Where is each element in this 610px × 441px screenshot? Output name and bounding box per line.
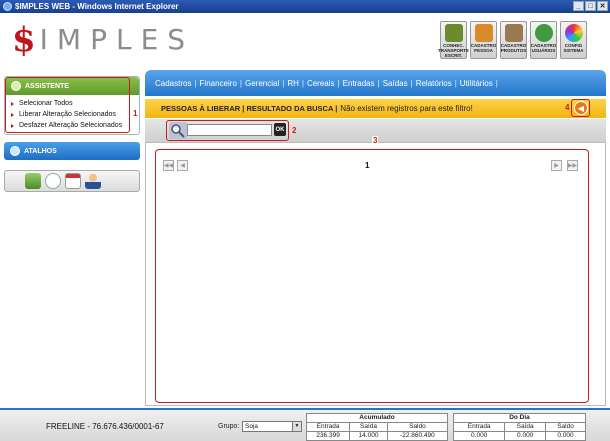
grupo-label: Grupo: bbox=[218, 423, 240, 430]
table-header: Entrada bbox=[305, 422, 351, 432]
toolbar-label: CADASTRO USUÁRIOS bbox=[530, 43, 557, 53]
highlight-box-3 bbox=[155, 149, 589, 403]
arrow-icon bbox=[11, 112, 14, 117]
first-page-button[interactable]: ◀◀ bbox=[163, 160, 174, 171]
desfazer-selecionados-item[interactable]: Desfazer Alteração Selecionados bbox=[5, 120, 139, 131]
company-info: FREELINE - 76.676.436/0001-67 bbox=[46, 422, 164, 431]
footer: FREELINE - 76.676.436/0001-67 Grupo: Soj… bbox=[0, 408, 610, 441]
nav-relatorios[interactable]: Relatórios bbox=[416, 79, 452, 88]
top-toolbar: CONHEC. TRANSPORTE ESCRIT. CADASTRO PESS… bbox=[438, 21, 587, 59]
table-cell: 14.000 bbox=[349, 431, 388, 441]
annotation-number-2: 2 bbox=[292, 126, 297, 135]
assist-item-label: Desfazer Alteração Selecionados bbox=[19, 122, 123, 129]
nav-cereais[interactable]: Cereais bbox=[307, 79, 335, 88]
toolbar-label: CONHEC. TRANSPORTE ESCRIT. bbox=[438, 43, 470, 58]
maximize-icon[interactable]: □ bbox=[585, 1, 596, 11]
people-icon bbox=[474, 24, 493, 42]
select-all-item[interactable]: Selecionar Todos bbox=[5, 98, 139, 109]
table-cell: 0.000 bbox=[545, 431, 586, 441]
acumulado-table: Acumulado Entrada Saída Saldo 236.399 14… bbox=[305, 413, 449, 441]
highlight-box-2 bbox=[166, 120, 289, 141]
do-dia-table: Do Dia Entrada Saída Saldo 0.000 0.000 0… bbox=[452, 413, 586, 441]
assistente-list: Selecionar Todos Liberar Alteração Selec… bbox=[5, 95, 139, 134]
assistente-panel: ASSISTENTE Selecionar Todos Liberar Alte… bbox=[4, 76, 140, 135]
truck-icon bbox=[444, 24, 463, 42]
do-dia-title: Do Dia bbox=[453, 413, 586, 423]
filter-bar: PESSOAS À LIBERAR | RESULTADO DA BUSCA |… bbox=[145, 99, 606, 118]
acumulado-title: Acumulado bbox=[306, 413, 448, 423]
table-header: Saldo bbox=[545, 422, 586, 432]
annotation-number-4: 4 bbox=[565, 103, 570, 112]
toolbar-label: CADASTRO PRODUTOS bbox=[500, 43, 527, 53]
table-cell: 0.000 bbox=[504, 431, 546, 441]
nav-entradas[interactable]: Entradas bbox=[343, 79, 375, 88]
nav-saidas[interactable]: Saídas bbox=[383, 79, 408, 88]
user-icon[interactable] bbox=[85, 173, 101, 189]
window-title: $IMPLES WEB - Windows Internet Explorer bbox=[15, 2, 179, 11]
close-icon[interactable]: ✕ bbox=[597, 1, 608, 11]
assist-item-label: Liberar Alteração Selecionados bbox=[19, 111, 116, 118]
results-panel: 3 ◀◀ ◀ 1 ▶ ▶▶ bbox=[145, 136, 606, 406]
prev-page-button[interactable]: ◀ bbox=[177, 160, 188, 171]
table-cell: 0.000 bbox=[452, 431, 506, 441]
boxes-icon bbox=[504, 24, 523, 42]
nav-gerencial[interactable]: Gerencial bbox=[245, 79, 279, 88]
assist-item-label: Selecionar Todos bbox=[19, 100, 73, 107]
page-number: 1 bbox=[365, 161, 370, 170]
sidebar: ASSISTENTE Selecionar Todos Liberar Alte… bbox=[4, 76, 140, 192]
annotation-number-3: 3 bbox=[372, 136, 379, 145]
chevron-down-icon: ▼ bbox=[292, 422, 301, 431]
window-titlebar: $IMPLES WEB - Windows Internet Explorer … bbox=[0, 0, 610, 13]
chat-icon[interactable] bbox=[45, 173, 61, 189]
cadastro-usuarios-button[interactable]: CADASTRO USUÁRIOS bbox=[530, 21, 557, 59]
nav-utilitarios[interactable]: Utilitários bbox=[460, 79, 493, 88]
table-header: Saída bbox=[504, 422, 546, 432]
arrow-icon bbox=[11, 101, 14, 106]
logo-word: IMPLES bbox=[39, 23, 195, 56]
nav-cadastros[interactable]: Cadastros bbox=[155, 79, 191, 88]
table-header: Entrada bbox=[452, 422, 506, 432]
quick-icons-bar bbox=[4, 170, 140, 192]
palette-icon bbox=[564, 24, 583, 42]
window-controls: _ □ ✕ bbox=[573, 1, 608, 11]
table-header: Saída bbox=[349, 422, 388, 432]
calculator-icon[interactable] bbox=[25, 173, 41, 189]
assistente-title: ASSISTENTE bbox=[25, 82, 69, 90]
conhec-transporte-button[interactable]: CONHEC. TRANSPORTE ESCRIT. bbox=[438, 21, 470, 59]
table-cell: -22.860.490 bbox=[386, 431, 449, 441]
assistente-header[interactable]: ASSISTENTE bbox=[5, 77, 139, 95]
minimize-icon[interactable]: _ bbox=[573, 1, 584, 11]
logo-dollar: $ bbox=[12, 20, 36, 60]
atalhos-header[interactable]: ATALHOS bbox=[4, 142, 140, 160]
atalhos-title: ATALHOS bbox=[24, 147, 57, 155]
user-icon bbox=[534, 24, 553, 42]
cadastro-pessoa-button[interactable]: CADASTRO PESSOA bbox=[470, 21, 497, 59]
annotation-number-1: 1 bbox=[133, 109, 138, 118]
calendar-icon[interactable] bbox=[65, 173, 81, 189]
app-logo: $ IMPLES bbox=[12, 22, 194, 58]
atalhos-panel: ATALHOS bbox=[4, 142, 140, 160]
toolbar-label: CADASTRO PESSOA bbox=[470, 43, 497, 53]
nav-rh[interactable]: RH bbox=[287, 79, 299, 88]
grupo-select[interactable]: Soja ▼ bbox=[242, 421, 302, 432]
table-header: Saldo bbox=[386, 422, 449, 432]
bullet-icon bbox=[11, 81, 21, 91]
bullet-icon bbox=[10, 146, 20, 156]
config-sistema-button[interactable]: CONFIG SISTEMA bbox=[560, 21, 587, 59]
arrow-icon bbox=[11, 123, 14, 128]
filter-message: Não existem registros para este filtro! bbox=[340, 104, 473, 113]
main-nav: Cadastros | Financeiro | Gerencial | RH | Ce… bbox=[145, 70, 606, 96]
cadastro-produtos-button[interactable]: CADASTRO PRODUTOS bbox=[500, 21, 527, 59]
ie-icon bbox=[3, 2, 12, 11]
highlight-box-4 bbox=[571, 99, 590, 117]
next-page-button[interactable]: ▶ bbox=[551, 160, 562, 171]
grupo-value: Soja bbox=[245, 423, 259, 430]
last-page-button[interactable]: ▶▶ bbox=[567, 160, 578, 171]
nav-financeiro[interactable]: Financeiro bbox=[200, 79, 237, 88]
filter-heading: PESSOAS À LIBERAR | RESULTADO DA BUSCA | bbox=[161, 104, 338, 113]
toolbar-label: CONFIG SISTEMA bbox=[563, 43, 584, 53]
table-cell: 236.399 bbox=[305, 431, 351, 441]
liberar-selecionados-item[interactable]: Liberar Alteração Selecionados bbox=[5, 109, 139, 120]
